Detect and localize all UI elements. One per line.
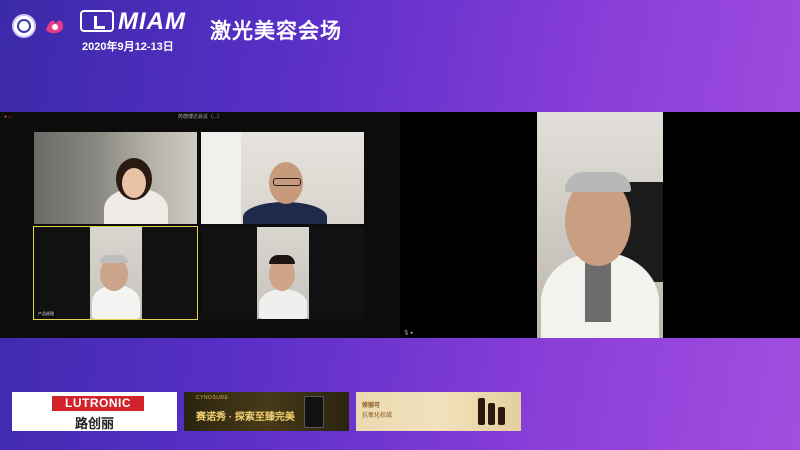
participant-tile[interactable] xyxy=(34,132,197,224)
speaker-video[interactable] xyxy=(537,112,663,338)
meeting-window-title: 芮德博达会议（...） xyxy=(177,114,223,120)
skincare-line2: 抗氧化权威 xyxy=(362,413,393,419)
university-logo-icon xyxy=(12,14,36,38)
participant-tile[interactable] xyxy=(201,227,364,319)
mic-icon[interactable]: 🎙 ▸ xyxy=(403,330,413,336)
miam-brand: MIAM 2020年9月12-13日 xyxy=(80,8,195,54)
bottle-image xyxy=(498,407,505,425)
video-stage: ● ⌂ 芮德博达会议（...） 产品经理 🎙 ▸ xyxy=(0,112,800,338)
lutronic-logo: LUTRONIC xyxy=(52,396,144,411)
flower-logo-icon xyxy=(46,20,64,34)
venue-title: 激光美容会场 xyxy=(210,20,342,43)
participant-label: 产品经理 xyxy=(36,311,56,317)
sponsor-cynosure[interactable]: CYNOSURE 赛诺秀 · 探索至臻完美 xyxy=(184,392,349,431)
sponsor-skincare[interactable]: 修丽可 抗氧化权威 xyxy=(356,392,521,431)
device-image xyxy=(304,396,324,428)
lutronic-name-cn: 路创丽 xyxy=(74,416,114,431)
bottle-image xyxy=(488,403,495,425)
participant-tile[interactable] xyxy=(201,132,364,224)
cynosure-brand: CYNOSURE xyxy=(196,395,229,401)
miam-logo-icon xyxy=(80,10,114,32)
sponsor-bar: LUTRONIC 路创丽 CYNOSURE 赛诺秀 · 探索至臻完美 修丽可 抗… xyxy=(0,392,800,432)
meeting-window: ● ⌂ 芮德博达会议（...） 产品经理 xyxy=(0,112,400,338)
brand-name: MIAM xyxy=(118,8,186,35)
sponsor-lutronic[interactable]: LUTRONIC 路创丽 xyxy=(12,392,177,431)
skincare-line1: 修丽可 xyxy=(362,403,381,409)
cynosure-slogan: 赛诺秀 · 探索至臻完美 xyxy=(196,412,295,423)
participant-tile-active[interactable]: 产品经理 xyxy=(33,226,198,320)
event-date: 2020年9月12-13日 xyxy=(82,41,174,53)
bottle-image xyxy=(478,398,485,425)
header-bar: MIAM 2020年9月12-13日 激光美容会场 xyxy=(0,0,800,60)
